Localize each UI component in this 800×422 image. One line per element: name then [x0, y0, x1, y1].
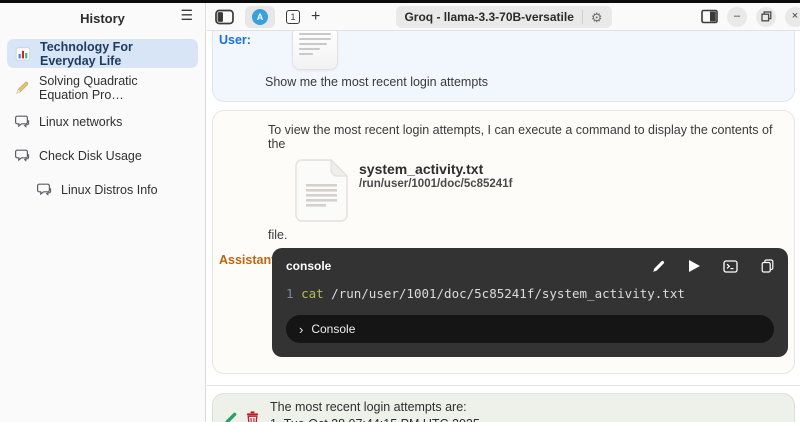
sidebar-item-label: Check Disk Usage: [39, 149, 142, 163]
minimize-icon[interactable]: –: [727, 7, 747, 27]
assistant-console-row: Assistant: console: [219, 248, 788, 357]
chevron-right-icon: ›: [299, 323, 303, 336]
tab-avatar: A: [252, 9, 268, 25]
model-settings-gear-icon[interactable]: ⚙: [591, 11, 603, 24]
console-expander-label: Console: [311, 322, 355, 336]
chat-scroll-area[interactable]: User: Show me the most recent login atte…: [207, 31, 800, 422]
app-window: History ☰ Technology For Everyday Life S…: [0, 0, 800, 422]
headerbar: A 1 + Groq - llama-3.3-70B-versatile ⚙ –…: [207, 3, 800, 31]
tab-overview-button[interactable]: 1: [286, 10, 300, 24]
chat-icon: [15, 149, 30, 163]
chat-icon: [15, 115, 30, 129]
new-tab-icon[interactable]: +: [311, 9, 320, 25]
console-code-line[interactable]: 1 cat /run/user/1001/doc/5c85241f/system…: [286, 286, 774, 301]
title-separator: [582, 10, 583, 24]
edit-message-icon[interactable]: [223, 411, 238, 422]
toggle-panel-icon[interactable]: [701, 9, 718, 24]
copy-icon[interactable]: [761, 259, 774, 273]
assistant-message-card: To view the most recent login attempts, …: [212, 110, 795, 374]
delete-message-icon[interactable]: [246, 411, 259, 422]
attached-document-icon[interactable]: [292, 31, 338, 70]
line-number: 1: [286, 286, 294, 301]
terminal-icon[interactable]: [723, 260, 738, 273]
console-output-expander[interactable]: › Console: [286, 315, 774, 343]
user-message-header: User:: [219, 31, 782, 70]
sidebar-item-check-disk-usage[interactable]: Check Disk Usage: [7, 141, 198, 170]
active-tab[interactable]: A: [245, 6, 275, 28]
user-role-label: User:: [219, 33, 275, 47]
history-list: Technology For Everyday Life Solving Qua…: [0, 33, 205, 204]
restore-icon[interactable]: [756, 7, 776, 27]
sidebar-title: History: [80, 11, 125, 26]
result-line: 1. Tue Oct 28 07:44:15 PM UTC 2025: [270, 416, 480, 422]
sidebar-item-linux-networks[interactable]: Linux networks: [7, 107, 198, 136]
edit-code-icon[interactable]: [652, 259, 666, 273]
sidebar-item-technology-for-everyday-life[interactable]: Technology For Everyday Life: [7, 39, 198, 68]
history-sidebar: History ☰ Technology For Everyday Life S…: [0, 3, 206, 422]
message-divider: [207, 385, 800, 386]
assistant-result-text: The most recent login attempts are: 1. T…: [270, 399, 480, 422]
sidebar-item-solving-quadratic-equation[interactable]: Solving Quadratic Equation Pro…: [7, 73, 198, 102]
user-message-text: Show me the most recent login attempts: [265, 75, 782, 89]
console-language-label: console: [286, 259, 331, 273]
console-actions: [652, 259, 774, 273]
result-line: The most recent login attempts are:: [270, 399, 480, 416]
user-message-card: User: Show me the most recent login atte…: [212, 31, 795, 102]
assistant-after-text: file.: [268, 228, 788, 242]
window-title: Groq - llama-3.3-70B-versatile: [404, 10, 573, 24]
console-code-block: console: [272, 248, 788, 357]
sidebar-item-label: Technology For Everyday Life: [40, 40, 190, 68]
sidebar-header: History ☰: [0, 3, 205, 33]
file-attachment-meta: system_activity.txt /run/user/1001/doc/5…: [359, 159, 512, 190]
toggle-sidebar-icon[interactable]: [215, 9, 234, 25]
chat-icon: [37, 183, 52, 197]
sidebar-item-label: Linux Distros Info: [61, 183, 158, 197]
file-attachment[interactable]: system_activity.txt /run/user/1001/doc/5…: [295, 159, 788, 222]
headerbar-left-group: A 1 +: [215, 6, 320, 28]
bar-chart-icon: [15, 46, 31, 62]
assistant-result-card: The most recent login attempts are: 1. T…: [212, 393, 795, 422]
run-code-icon[interactable]: [689, 260, 700, 272]
assistant-intro-text: To view the most recent login attempts, …: [268, 123, 788, 151]
sidebar-item-linux-distros-info[interactable]: Linux Distros Info: [29, 175, 198, 204]
sidebar-item-label: Solving Quadratic Equation Pro…: [39, 74, 190, 102]
command-args: /run/user/1001/doc/5c85241f/system_activ…: [324, 286, 685, 301]
sidebar-item-label: Linux networks: [39, 115, 122, 129]
window-title-pill[interactable]: Groq - llama-3.3-70B-versatile ⚙: [395, 6, 611, 28]
close-icon[interactable]: ×: [785, 7, 800, 27]
file-path: /run/user/1001/doc/5c85241f: [359, 178, 512, 190]
text-file-icon: [295, 159, 349, 222]
file-name: system_activity.txt: [359, 161, 512, 177]
command-keyword: cat: [301, 286, 324, 301]
headerbar-right-group: – ×: [701, 7, 792, 27]
pencil-icon: [15, 80, 30, 95]
message-actions: [223, 411, 259, 422]
menu-icon[interactable]: ☰: [180, 8, 193, 22]
console-header: console: [286, 259, 774, 273]
assistant-role-label: Assistant:: [219, 248, 272, 357]
